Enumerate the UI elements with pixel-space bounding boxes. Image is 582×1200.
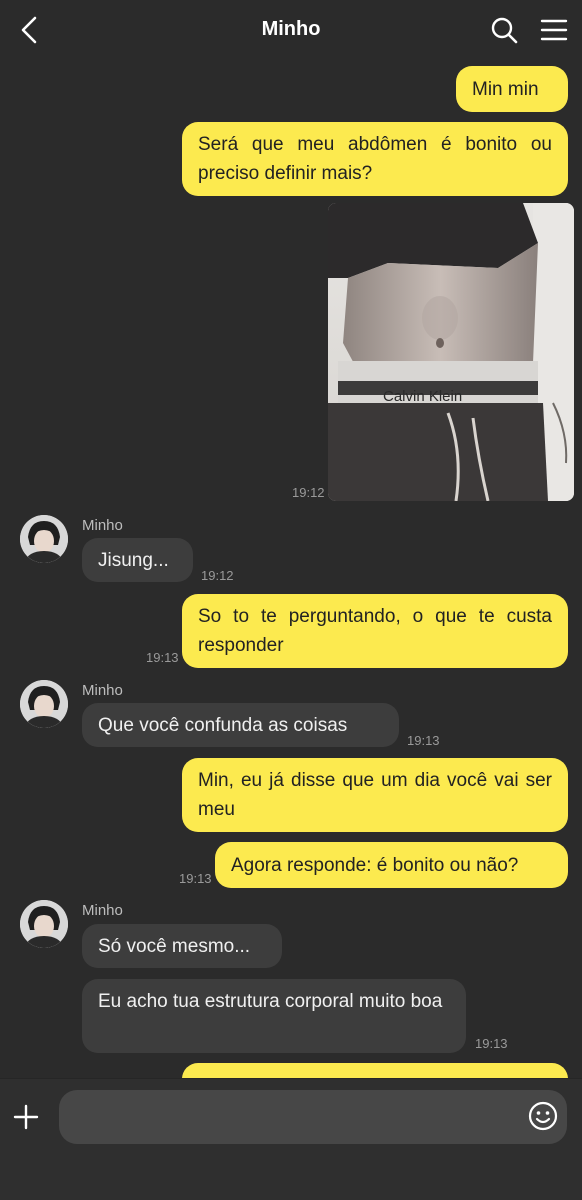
message-text: Min, eu já disse que um dia você vai ser… <box>198 770 552 820</box>
message-text: Jisung... <box>98 549 169 571</box>
person-avatar-icon <box>20 515 68 563</box>
message-text: Agora responde: é bonito ou não? <box>231 854 519 876</box>
message-text: Eu acho tua estrutura corporal muito boa <box>98 991 443 1012</box>
avatar[interactable] <box>20 900 68 948</box>
person-avatar-icon <box>20 900 68 948</box>
person-avatar-icon <box>20 680 68 728</box>
message-time: 19:12 <box>292 485 325 500</box>
attach-button[interactable] <box>8 1099 44 1135</box>
message-input[interactable] <box>59 1090 567 1144</box>
message-time: 19:12 <box>201 568 234 583</box>
sender-name: Minho <box>82 902 123 919</box>
chat-header: Minho <box>0 0 582 60</box>
message-bubble-outgoing[interactable]: Será que meu abdômen é bonito ou preciso… <box>182 122 568 196</box>
message-bubble-outgoing[interactable]: So to te perguntando, o que te custa res… <box>182 594 568 668</box>
message-time: 19:13 <box>475 1036 508 1051</box>
chat-area: Min min Será que meu abdômen é bonito ou… <box>0 0 582 1078</box>
message-text: Min min <box>472 78 539 100</box>
message-bubble-incoming[interactable]: Só você mesmo... <box>82 924 282 968</box>
message-input-bar <box>0 1078 582 1200</box>
menu-button[interactable] <box>536 12 572 48</box>
message-bubble-outgoing[interactable]: Min min <box>456 66 568 112</box>
waistband-text: Calvin Klein <box>383 388 462 405</box>
emoji-icon <box>528 1101 558 1131</box>
message-time: 19:13 <box>407 733 440 748</box>
message-bubble-incoming[interactable]: Jisung... <box>82 538 193 582</box>
message-image[interactable]: Calvin Klein <box>328 203 574 501</box>
message-text: Será que meu abdômen é bonito ou preciso… <box>198 134 552 184</box>
abdomen-photo-image: Calvin Klein <box>328 203 574 501</box>
hamburger-menu-icon <box>540 19 568 41</box>
message-text: So to te perguntando, o que te custa res… <box>198 606 552 656</box>
avatar[interactable] <box>20 680 68 728</box>
message-time: 19:13 <box>146 650 179 665</box>
message-bubble-outgoing-partial <box>182 1063 568 1078</box>
message-bubble-incoming[interactable]: Eu acho tua estrutura corporal muito boa <box>82 979 466 1053</box>
message-bubble-outgoing[interactable]: Min, eu já disse que um dia você vai ser… <box>182 758 568 832</box>
search-button[interactable] <box>486 12 522 48</box>
message-text: Só você mesmo... <box>98 935 251 957</box>
message-bubble-incoming[interactable]: Que você confunda as coisas <box>82 703 399 747</box>
sender-name: Minho <box>82 517 123 534</box>
plus-icon <box>13 1104 39 1130</box>
avatar[interactable] <box>20 515 68 563</box>
message-text: Que você confunda as coisas <box>98 714 348 736</box>
emoji-button[interactable] <box>526 1099 560 1133</box>
message-bubble-outgoing[interactable]: Agora responde: é bonito ou não? <box>215 842 568 888</box>
search-icon <box>491 17 518 44</box>
sender-name: Minho <box>82 682 123 699</box>
message-time: 19:13 <box>179 871 212 886</box>
